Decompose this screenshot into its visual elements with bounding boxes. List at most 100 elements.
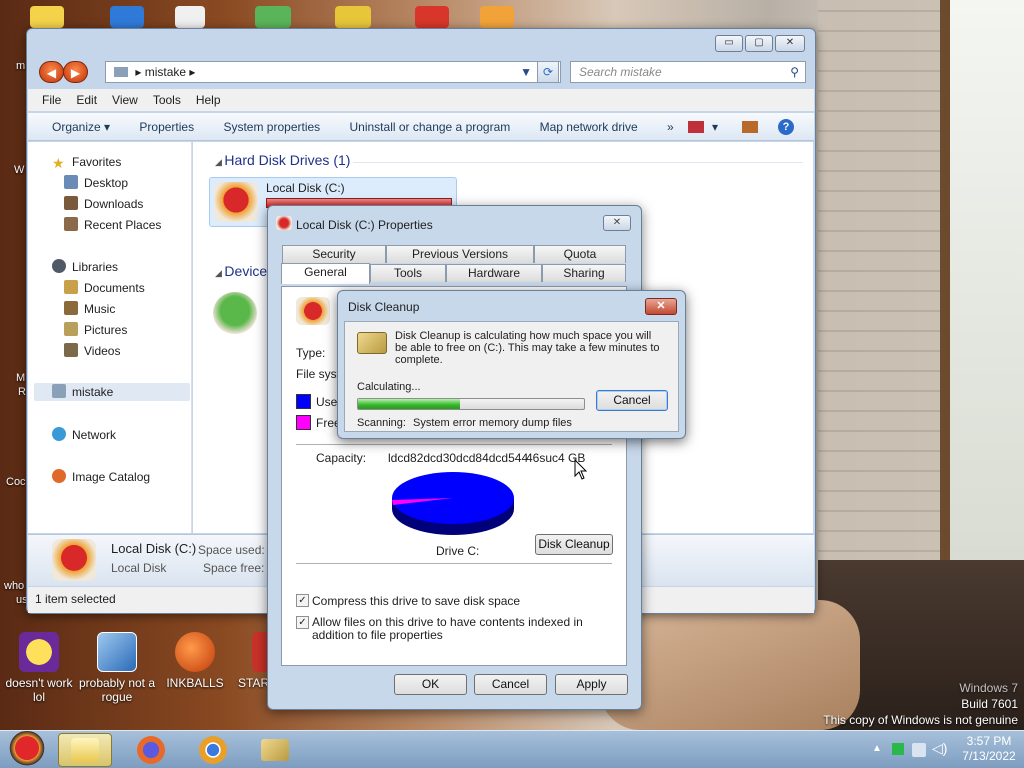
breadcrumb[interactable]: mistake bbox=[145, 65, 186, 79]
desktop-icon-inkballs[interactable]: INKBALLS bbox=[156, 632, 234, 690]
sidebar-item-documents[interactable]: Documents bbox=[64, 279, 145, 297]
search-input[interactable]: Search mistake ⚲ bbox=[570, 61, 806, 83]
desktop-icon-top[interactable] bbox=[255, 6, 291, 28]
taskbar-firefox[interactable] bbox=[124, 733, 178, 767]
back-button[interactable]: ◀ bbox=[39, 61, 64, 83]
tab-previous-versions[interactable]: Previous Versions bbox=[386, 245, 534, 263]
desktop-icon-top[interactable] bbox=[335, 6, 371, 28]
clock[interactable]: 3:57 PM 7/13/2022 bbox=[958, 734, 1020, 764]
drive-label: Local Disk (C:) bbox=[266, 181, 345, 195]
tab-tools[interactable]: Tools bbox=[370, 264, 446, 282]
taskbar-disk-cleanup[interactable] bbox=[248, 733, 302, 767]
start-button[interactable] bbox=[4, 731, 50, 768]
tab-quota[interactable]: Quota bbox=[534, 245, 626, 263]
sidebar-item-recent[interactable]: Recent Places bbox=[64, 216, 161, 234]
desktop-icon-rogue[interactable]: probably not a rogue bbox=[78, 632, 156, 704]
cancel-button[interactable]: Cancel bbox=[596, 390, 668, 411]
uninstall-button[interactable]: Uninstall or change a program bbox=[350, 120, 511, 134]
sidebar-item-network[interactable]: Network bbox=[52, 426, 116, 444]
sidebar-item-downloads[interactable]: Downloads bbox=[64, 195, 143, 213]
navigation-bar: ◀ ▶ ▸ mistake ▸ ▼ ⟳ Search mistake ⚲ bbox=[35, 59, 807, 85]
preview-pane-icon[interactable] bbox=[742, 121, 758, 133]
sidebar-item-favorites[interactable]: ★ Favorites bbox=[52, 153, 121, 171]
menu-view[interactable]: View bbox=[112, 89, 138, 111]
collapse-icon: ◢ bbox=[215, 268, 225, 278]
sidebar-label: Favorites bbox=[72, 155, 122, 169]
taskbar-chrome[interactable] bbox=[186, 733, 240, 767]
volume-icon[interactable]: ◁) bbox=[932, 740, 947, 757]
close-button[interactable]: ✕ bbox=[603, 215, 631, 231]
show-hidden-icons-icon[interactable]: ▲ bbox=[872, 743, 882, 754]
sidebar-item-pictures[interactable]: Pictures bbox=[64, 321, 127, 339]
sidebar-item-image-catalog[interactable]: Image Catalog bbox=[52, 468, 150, 486]
properties-dialog[interactable]: Local Disk (C:) Properties ✕ Security Pr… bbox=[267, 205, 642, 710]
dialog-title: Disk Cleanup bbox=[348, 300, 420, 314]
group-header-hdd[interactable]: ◢ Hard Disk Drives (1) bbox=[215, 152, 350, 168]
videos-icon bbox=[64, 343, 78, 357]
device-drive-icon[interactable] bbox=[213, 292, 257, 334]
desktop-icon-yahoo[interactable]: doesn't work lol bbox=[0, 632, 78, 704]
desktop-label-fragment: R bbox=[18, 386, 26, 398]
disk-cleanup-icon bbox=[357, 332, 387, 354]
close-button[interactable]: ✕ bbox=[775, 35, 805, 52]
star-icon: ★ bbox=[52, 155, 65, 171]
close-button[interactable]: ✕ bbox=[645, 298, 677, 315]
organize-button[interactable]: Organize ▾ bbox=[52, 120, 110, 134]
dropdown-icon[interactable]: ▼ bbox=[520, 62, 532, 82]
documents-icon bbox=[64, 280, 78, 294]
search-icon[interactable]: ⚲ bbox=[790, 62, 799, 82]
more-commands-button[interactable]: » bbox=[667, 120, 674, 134]
sidebar-item-videos[interactable]: Videos bbox=[64, 342, 120, 360]
desktop-icon-top[interactable] bbox=[415, 6, 449, 28]
system-properties-button[interactable]: System properties bbox=[223, 120, 320, 134]
clock-time: 3:57 PM bbox=[966, 734, 1012, 748]
properties-button[interactable]: Properties bbox=[139, 120, 194, 134]
desktop-icon-top[interactable] bbox=[30, 6, 64, 28]
disk-cleanup-button[interactable]: Disk Cleanup bbox=[535, 534, 613, 555]
index-label: Allow files on this drive to have conten… bbox=[312, 615, 583, 642]
desktop-icon-top[interactable] bbox=[110, 6, 144, 28]
tab-sharing[interactable]: Sharing bbox=[542, 264, 626, 282]
minimize-button[interactable]: ▭ bbox=[715, 35, 743, 52]
help-icon[interactable]: ? bbox=[778, 119, 794, 135]
network-status-icon[interactable] bbox=[892, 743, 904, 755]
tab-security[interactable]: Security bbox=[282, 245, 386, 263]
sidebar-label: Recent Places bbox=[84, 218, 162, 232]
desktop-icon bbox=[64, 175, 78, 189]
ok-button[interactable]: OK bbox=[394, 674, 467, 695]
menu-tools[interactable]: Tools bbox=[153, 89, 181, 111]
forward-button[interactable]: ▶ bbox=[63, 61, 88, 83]
pictures-icon bbox=[64, 322, 78, 336]
cancel-button[interactable]: Cancel bbox=[474, 674, 547, 695]
sidebar-item-desktop[interactable]: Desktop bbox=[64, 174, 128, 192]
compress-label: Compress this drive to save disk space bbox=[312, 594, 521, 608]
group-divider bbox=[353, 162, 803, 163]
map-drive-button[interactable]: Map network drive bbox=[540, 120, 638, 134]
tab-hardware[interactable]: Hardware bbox=[446, 264, 542, 282]
background-window bbox=[940, 0, 1024, 560]
compress-checkbox[interactable]: ✓ bbox=[296, 594, 309, 607]
menu-edit[interactable]: Edit bbox=[76, 89, 97, 111]
disk-cleanup-dialog[interactable]: Disk Cleanup ✕ Disk Cleanup is calculati… bbox=[337, 290, 686, 439]
group-header-devices[interactable]: ◢ Devices bbox=[215, 263, 274, 279]
desktop-icon-label: INKBALLS bbox=[166, 676, 224, 690]
menu-file[interactable]: File bbox=[42, 89, 61, 111]
menu-help[interactable]: Help bbox=[196, 89, 221, 111]
sidebar-item-mistake[interactable]: mistake bbox=[34, 383, 190, 401]
desktop-icon-star[interactable]: STAR bbox=[232, 632, 272, 690]
desktop-label-fragment: who bbox=[4, 580, 25, 592]
desktop-icon-top[interactable] bbox=[175, 6, 205, 28]
index-checkbox[interactable]: ✓ bbox=[296, 616, 309, 629]
display-icon[interactable] bbox=[912, 743, 926, 757]
address-bar[interactable]: ▸ mistake ▸ ▼ bbox=[105, 61, 561, 83]
desktop-icon-top[interactable] bbox=[480, 6, 514, 28]
view-options-icon[interactable] bbox=[688, 121, 704, 133]
sidebar-item-music[interactable]: Music bbox=[64, 300, 115, 318]
maximize-button[interactable]: ▢ bbox=[745, 35, 773, 52]
refresh-button[interactable]: ⟳ bbox=[537, 61, 559, 83]
sidebar-item-libraries[interactable]: Libraries bbox=[52, 258, 118, 276]
apply-button[interactable]: Apply bbox=[555, 674, 628, 695]
chevron-down-icon[interactable]: ▾ bbox=[712, 113, 718, 141]
taskbar-explorer[interactable] bbox=[58, 733, 112, 767]
tab-general[interactable]: General bbox=[281, 263, 370, 284]
